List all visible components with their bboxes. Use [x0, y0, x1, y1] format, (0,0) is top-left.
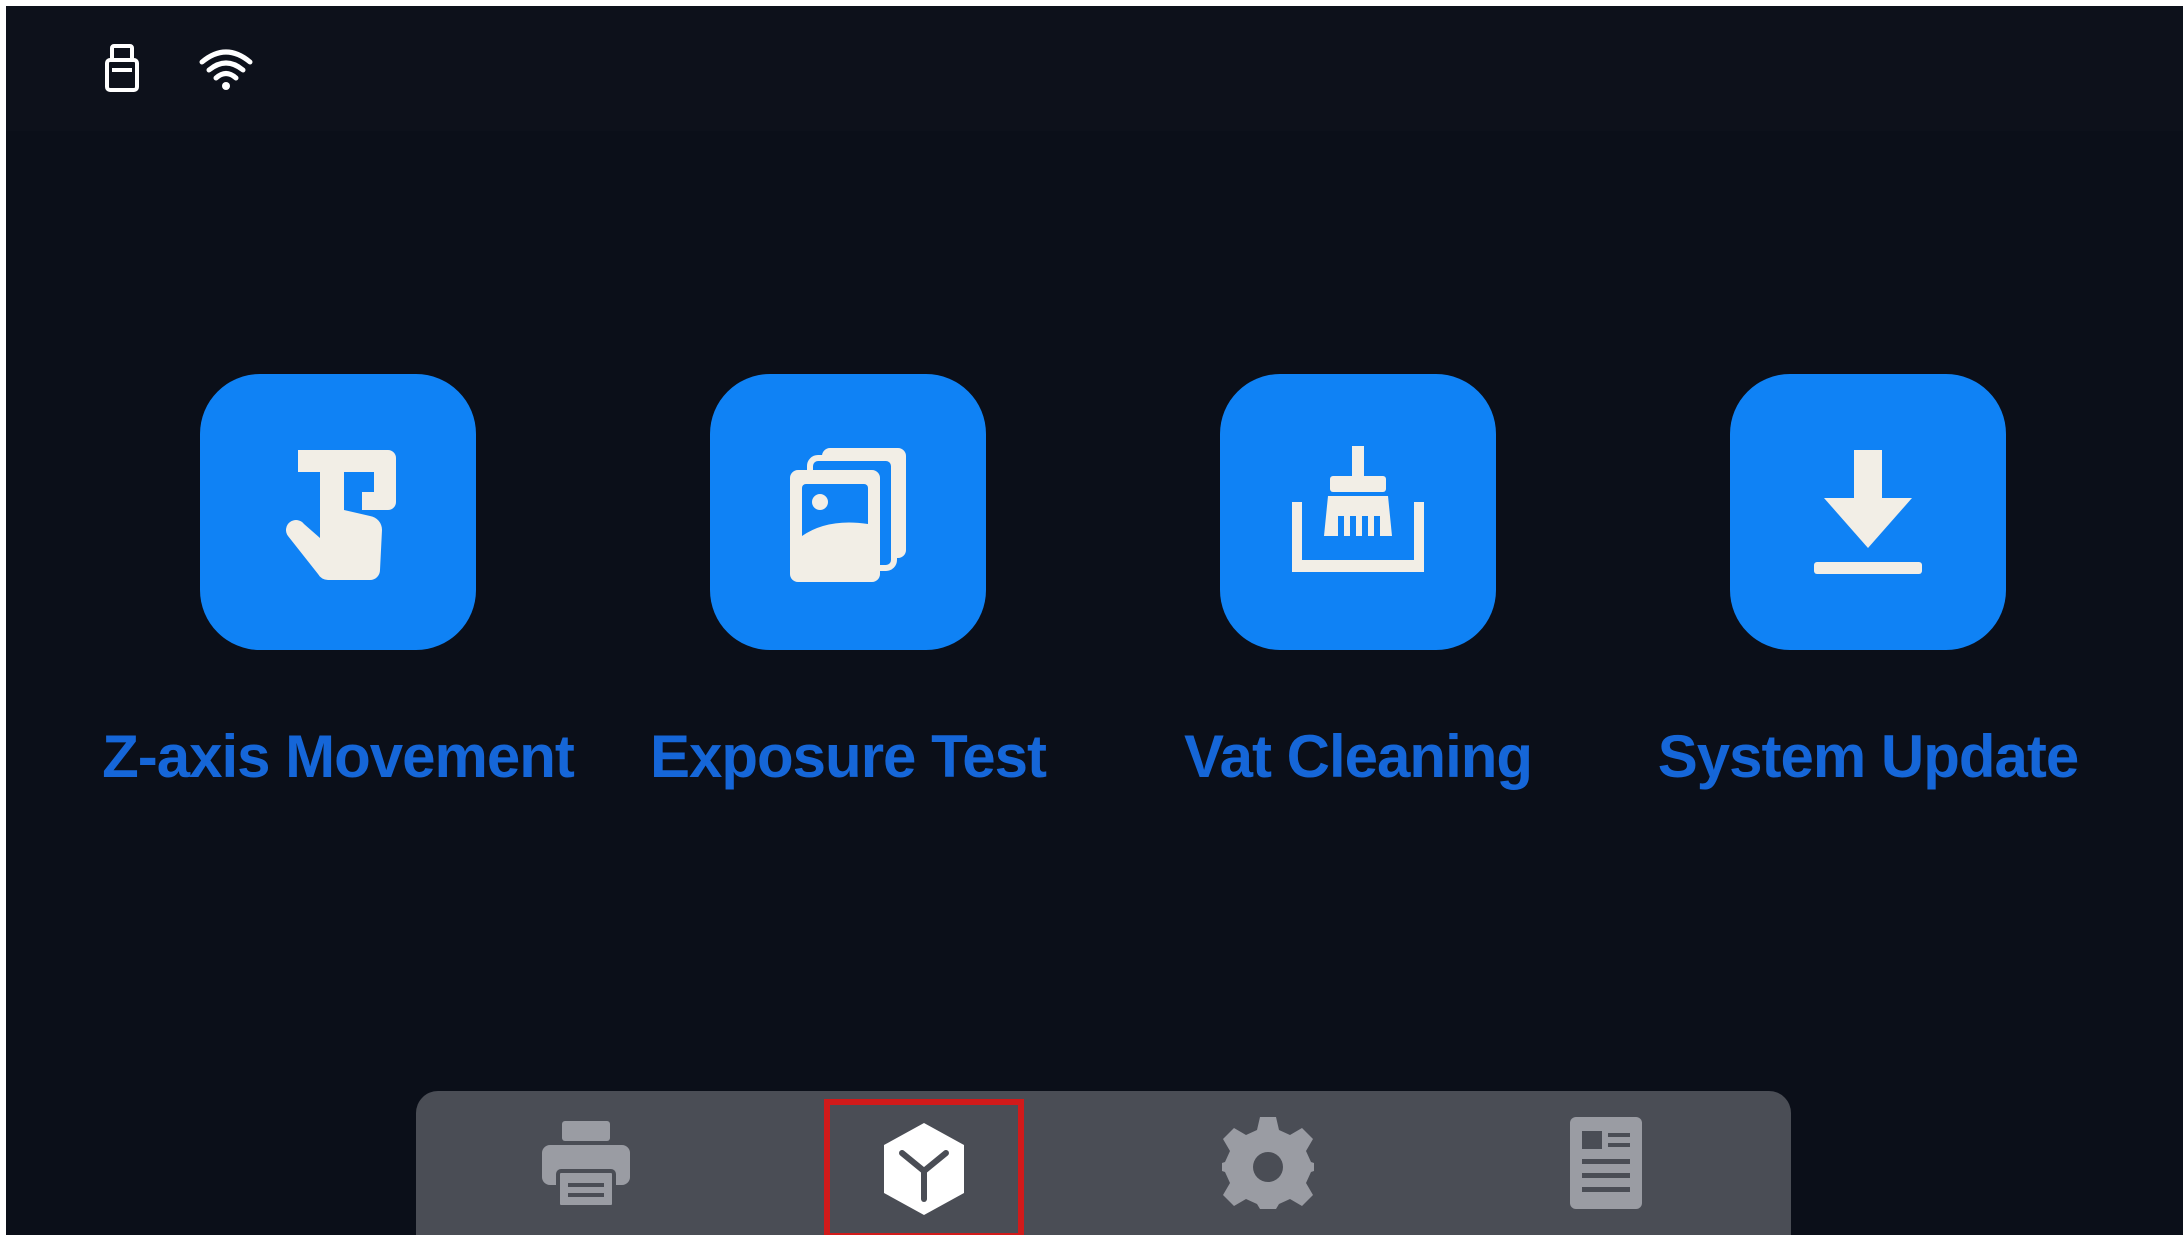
wifi-icon [196, 38, 256, 98]
z-axis-movement-label: Z-axis Movement [102, 723, 575, 790]
dock-item-print[interactable] [486, 1091, 686, 1235]
printer-icon [542, 1121, 630, 1209]
dock-item-settings[interactable] [1168, 1091, 1368, 1235]
exposure-test-button[interactable] [710, 374, 986, 650]
usb-drive-icon [92, 38, 152, 98]
printer-screen: Z-axis Movement Exposure Test Vat Cleani… [6, 6, 2183, 1235]
cube-tools-icon [884, 1123, 964, 1215]
image-stack-icon [790, 448, 906, 582]
tool-z-axis-movement[interactable]: Z-axis Movement [58, 374, 618, 824]
tool-vat-cleaning[interactable]: Vat Cleaning [1078, 374, 1638, 824]
dock-item-tools[interactable] [824, 1099, 1024, 1235]
system-update-label: System Update [1657, 723, 2079, 790]
gear-icon [1222, 1117, 1314, 1209]
system-update-button[interactable] [1730, 374, 2006, 650]
vat-cleaning-button[interactable] [1220, 374, 1496, 650]
tool-system-update[interactable]: System Update [1588, 374, 2148, 824]
status-bar [6, 6, 2183, 131]
bottom-nav-dock [416, 1091, 1791, 1235]
touch-hand-icon [286, 450, 396, 580]
exposure-test-label: Exposure Test [649, 723, 1047, 790]
download-icon [1814, 450, 1922, 574]
vat-cleaning-label: Vat Cleaning [1183, 723, 1533, 790]
tool-exposure-test[interactable]: Exposure Test [568, 374, 1128, 824]
brush-tray-icon [1292, 446, 1424, 572]
z-axis-movement-button[interactable] [200, 374, 476, 650]
document-info-icon [1570, 1117, 1642, 1209]
dock-item-info[interactable] [1506, 1091, 1706, 1235]
